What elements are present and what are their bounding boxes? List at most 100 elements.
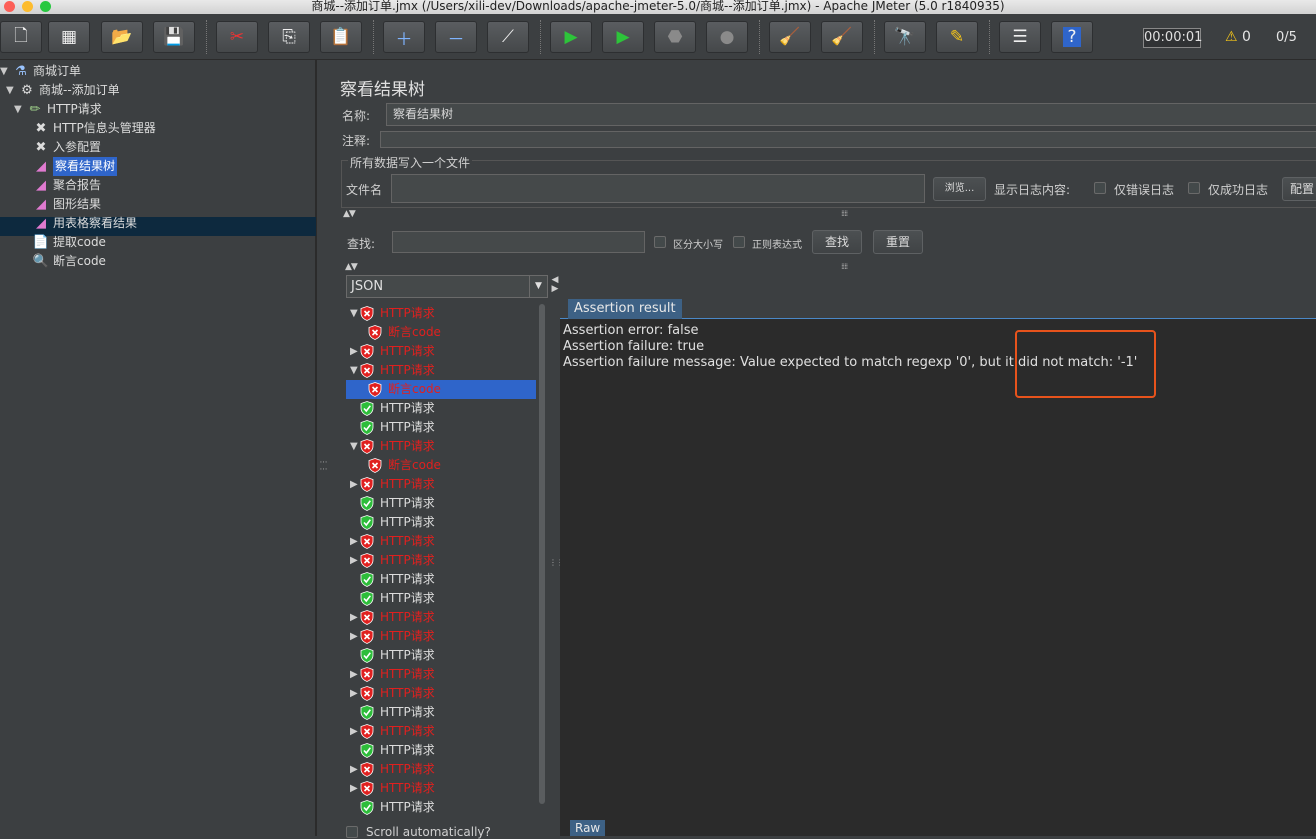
tree-node-view-results-tree[interactable]: ◢ 察看结果树: [32, 157, 118, 176]
success-only-checkbox[interactable]: [1188, 182, 1200, 194]
collapsed-arrow-icon[interactable]: ▶: [346, 684, 360, 703]
collapsed-arrow-icon[interactable]: ▶: [346, 532, 360, 551]
browse-button[interactable]: 浏览...: [933, 177, 986, 201]
tree-node-test-plan[interactable]: ▼ ⚗ 商城订单: [0, 62, 81, 81]
result-row[interactable]: ▶ HTTP请求: [346, 665, 536, 684]
tree-node-http-request[interactable]: ▼ ✏ HTTP请求: [14, 100, 102, 119]
result-row[interactable]: ▶ HTTP请求: [346, 760, 536, 779]
result-row[interactable]: ▼ HTTP请求: [346, 304, 536, 323]
tree-node-graph-results[interactable]: ◢ 图形结果: [32, 195, 101, 214]
result-row[interactable]: ▶ HTTP请求: [346, 532, 536, 551]
expand-all-button[interactable]: ＋: [383, 21, 425, 53]
shutdown-button[interactable]: ●: [706, 21, 748, 53]
result-row[interactable]: HTTP请求: [346, 570, 536, 589]
result-row[interactable]: ▶ HTTP请求: [346, 608, 536, 627]
regex-checkbox[interactable]: [733, 236, 745, 248]
reset-search-button[interactable]: ✎: [936, 21, 978, 53]
expanded-arrow-icon[interactable]: ▼: [346, 437, 360, 456]
close-window-button[interactable]: [4, 1, 15, 12]
clear-button[interactable]: 🧹: [769, 21, 811, 53]
tree-node-extract-code[interactable]: 📄 提取code: [32, 233, 106, 252]
tree-node-assert-code[interactable]: 🔍 断言code: [32, 252, 106, 271]
result-row[interactable]: HTTP请求: [346, 494, 536, 513]
open-button[interactable]: 📂: [101, 21, 143, 53]
scroll-automatically-checkbox[interactable]: [346, 826, 358, 838]
collapsed-arrow-icon[interactable]: ▶: [346, 722, 360, 741]
tab-raw[interactable]: Raw: [570, 820, 606, 836]
collapse-divider-arrows-icon[interactable]: ▲▼: [343, 209, 356, 219]
collapse-split-arrows-icon[interactable]: ◀▶: [550, 275, 560, 293]
result-row[interactable]: HTTP请求: [346, 798, 536, 817]
tree-node-thread-group[interactable]: ▼ ⚙ 商城--添加订单: [6, 81, 120, 100]
result-row[interactable]: 断言code: [346, 456, 536, 475]
start-button[interactable]: ▶: [550, 21, 592, 53]
expand-icon[interactable]: ▼: [0, 62, 12, 81]
copy-button[interactable]: ⎘: [268, 21, 310, 53]
result-row[interactable]: 断言code: [346, 380, 536, 399]
comment-input[interactable]: [380, 131, 1316, 148]
stop-button[interactable]: ⬣: [654, 21, 696, 53]
result-row[interactable]: HTTP请求: [346, 703, 536, 722]
result-row[interactable]: ▶ HTTP请求: [346, 342, 536, 361]
search-button[interactable]: 🔭: [884, 21, 926, 53]
renderer-select[interactable]: JSON ▼: [346, 275, 548, 298]
new-test-plan-button[interactable]: 🗋: [0, 21, 42, 53]
warning-indicator[interactable]: ⚠ 0: [1225, 29, 1251, 45]
result-row[interactable]: ▶ HTTP请求: [346, 627, 536, 646]
result-row[interactable]: ▼ HTTP请求: [346, 361, 536, 380]
collapsed-arrow-icon[interactable]: ▶: [346, 608, 360, 627]
result-row[interactable]: ▶ HTTP请求: [346, 551, 536, 570]
function-helper-button[interactable]: ☰: [999, 21, 1041, 53]
results-scrollbar[interactable]: [536, 300, 547, 808]
case-sensitive-checkbox[interactable]: [654, 236, 666, 248]
result-row[interactable]: HTTP请求: [346, 741, 536, 760]
configure-button[interactable]: 配置: [1282, 177, 1316, 201]
expanded-arrow-icon[interactable]: ▼: [346, 361, 360, 380]
result-row[interactable]: HTTP请求: [346, 399, 536, 418]
tree-node-param-config[interactable]: ✖ 入参配置: [32, 138, 101, 157]
errors-only-checkbox[interactable]: [1094, 182, 1106, 194]
collapse-divider-arrows-icon[interactable]: ▲▼: [345, 262, 358, 272]
tree-node-header-manager[interactable]: ✖ HTTP信息头管理器: [32, 119, 156, 138]
result-row[interactable]: HTTP请求: [346, 513, 536, 532]
clear-all-button[interactable]: 🧹: [821, 21, 863, 53]
collapsed-arrow-icon[interactable]: ▶: [346, 760, 360, 779]
toggle-button[interactable]: ⟋: [487, 21, 529, 53]
name-input[interactable]: 察看结果树: [386, 103, 1316, 126]
save-button[interactable]: 💾: [153, 21, 195, 53]
cut-button[interactable]: ✂: [216, 21, 258, 53]
collapsed-arrow-icon[interactable]: ▶: [346, 342, 360, 361]
start-no-pauses-button[interactable]: ▶: [602, 21, 644, 53]
collapsed-arrow-icon[interactable]: ▶: [346, 551, 360, 570]
minimize-window-button[interactable]: [22, 1, 33, 12]
collapsed-arrow-icon[interactable]: ▶: [346, 779, 360, 798]
result-row[interactable]: HTTP请求: [346, 418, 536, 437]
help-button[interactable]: ?: [1051, 21, 1093, 53]
paste-button[interactable]: 📋: [320, 21, 362, 53]
templates-button[interactable]: ▦: [48, 21, 90, 53]
result-row[interactable]: ▶ HTTP请求: [346, 779, 536, 798]
collapsed-arrow-icon[interactable]: ▶: [346, 665, 360, 684]
zoom-window-button[interactable]: [40, 1, 51, 12]
result-row[interactable]: HTTP请求: [346, 646, 536, 665]
find-button[interactable]: 查找: [812, 230, 862, 254]
expand-icon[interactable]: ▼: [6, 81, 18, 100]
expanded-arrow-icon[interactable]: ▼: [346, 304, 360, 323]
tab-assertion-result[interactable]: Assertion result: [568, 299, 682, 319]
result-row[interactable]: ▶ HTTP请求: [346, 684, 536, 703]
result-row[interactable]: HTTP请求: [346, 589, 536, 608]
collapsed-arrow-icon[interactable]: ▶: [346, 627, 360, 646]
scrollbar-thumb[interactable]: [539, 304, 545, 804]
result-row[interactable]: 断言code: [346, 323, 536, 342]
tree-node-table-results[interactable]: ◢ 用表格察看结果: [32, 214, 137, 233]
result-row[interactable]: ▼ HTTP请求: [346, 437, 536, 456]
tree-node-aggregate-report[interactable]: ◢ 聚合报告: [32, 176, 101, 195]
pane-splitter[interactable]: ⋮⋮: [316, 60, 328, 836]
result-row[interactable]: ▶ HTTP请求: [346, 475, 536, 494]
result-row[interactable]: ▶ HTTP请求: [346, 722, 536, 741]
expand-icon[interactable]: ▼: [14, 100, 26, 119]
filename-input[interactable]: [391, 174, 925, 203]
collapse-all-button[interactable]: －: [435, 21, 477, 53]
reset-button[interactable]: 重置: [873, 230, 923, 254]
collapsed-arrow-icon[interactable]: ▶: [346, 475, 360, 494]
